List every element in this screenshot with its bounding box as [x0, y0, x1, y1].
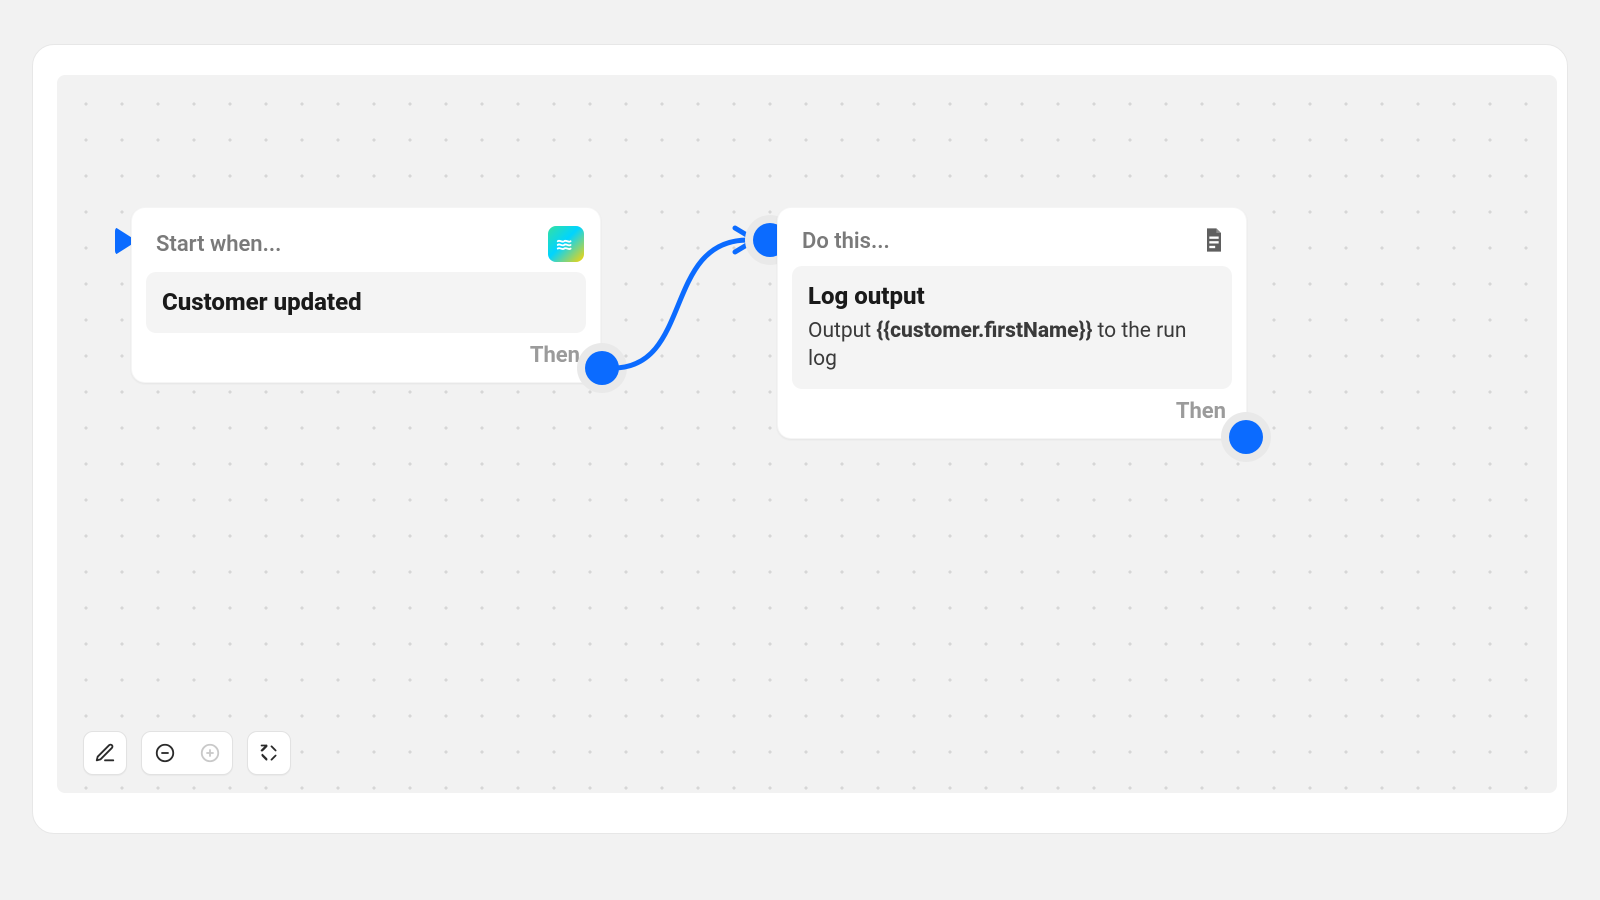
action-body-text: Output {{customer.firstName}} to the run… — [808, 317, 1216, 374]
document-icon — [1200, 226, 1230, 256]
action-body-variable: {{customer.firstName}} — [876, 319, 1092, 343]
trigger-node[interactable]: Start when... Customer updated Then — [131, 207, 601, 383]
trigger-body-title: Customer updated — [162, 288, 570, 317]
fit-view-button[interactable] — [247, 731, 291, 775]
trigger-node-header: Start when... — [146, 222, 586, 272]
action-then-label: Then — [1176, 399, 1226, 424]
flow-app-icon — [548, 226, 584, 262]
action-node[interactable]: Do this... Log output Output {{customer.… — [777, 207, 1247, 439]
trigger-output-port[interactable] — [577, 343, 627, 393]
zoom-out-icon — [154, 742, 176, 764]
action-body-prefix: Output — [808, 319, 876, 343]
fit-view-icon — [259, 743, 279, 763]
action-body: Log output Output {{customer.firstName}}… — [792, 266, 1232, 389]
editor-panel: Start when... Customer updated Then — [32, 44, 1568, 834]
pencil-icon — [94, 742, 116, 764]
zoom-in-icon — [199, 742, 221, 764]
action-body-title: Log output — [808, 282, 1216, 311]
trigger-footer: Then — [146, 333, 586, 368]
port-dot — [585, 351, 619, 385]
action-footer: Then — [792, 389, 1232, 424]
zoom-out-button[interactable] — [142, 732, 187, 774]
action-header-label: Do this... — [802, 229, 890, 254]
zoom-controls — [141, 731, 233, 775]
zoom-in-button[interactable] — [187, 732, 232, 774]
trigger-header-label: Start when... — [156, 232, 281, 257]
trigger-body: Customer updated — [146, 272, 586, 333]
edit-button[interactable] — [83, 731, 127, 775]
workflow-canvas[interactable]: Start when... Customer updated Then — [57, 75, 1557, 793]
canvas-toolbar — [83, 731, 291, 775]
action-output-port[interactable] — [1221, 412, 1271, 462]
action-node-header: Do this... — [792, 222, 1232, 266]
port-dot — [1229, 420, 1263, 454]
trigger-then-label: Then — [530, 343, 580, 368]
